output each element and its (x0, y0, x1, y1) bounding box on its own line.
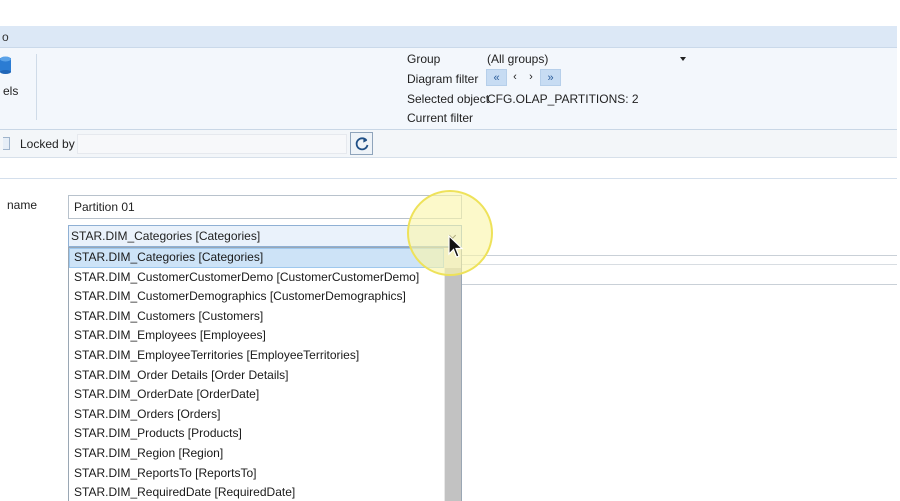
lock-bar: Locked by (0, 130, 897, 158)
locked-by-label: Locked by (20, 137, 75, 151)
ribbon-separator (36, 54, 37, 120)
name-input[interactable]: Partition 01 (68, 195, 462, 219)
refresh-button[interactable] (350, 132, 373, 155)
dropdown-item[interactable]: STAR.DIM_Products [Products] (69, 424, 444, 444)
refresh-icon (355, 137, 369, 151)
dropdown-item[interactable]: STAR.DIM_Region [Region] (69, 444, 444, 464)
dropdown-item[interactable]: STAR.DIM_Orders [Orders] (69, 405, 444, 425)
dropdown-item[interactable]: STAR.DIM_ReportsTo [ReportsTo] (69, 464, 444, 484)
group-select[interactable]: (All groups) (484, 51, 690, 69)
name-label: name (7, 198, 38, 212)
expression-field[interactable] (462, 255, 897, 285)
dropdown-item[interactable]: STAR.DIM_EmployeeTerritories [EmployeeTe… (69, 346, 444, 366)
app-window: o els Group (All groups) Diagram filter … (0, 0, 897, 501)
window-title: o (2, 30, 9, 44)
dimension-combobox-value: STAR.DIM_Categories [Categories] (71, 229, 261, 243)
first-button[interactable]: « (486, 69, 507, 86)
diagram-filter-label: Diagram filter (407, 72, 479, 86)
scrollbar-thumb[interactable] (445, 268, 461, 501)
dropdown-item[interactable]: STAR.DIM_Customers [Customers] (69, 307, 444, 327)
dropdown-item[interactable]: STAR.DIM_CustomerCustomerDemo [CustomerC… (69, 268, 444, 288)
ribbon: els Group (All groups) Diagram filter « … (0, 48, 897, 130)
group-select-value: (All groups) (487, 52, 549, 66)
database-icon[interactable] (0, 56, 12, 74)
mouse-pointer-icon (448, 235, 464, 258)
dropdown-item[interactable]: STAR.DIM_Categories [Categories] (69, 248, 444, 268)
previous-button[interactable]: ‹ (509, 69, 521, 86)
dropdown-item[interactable]: STAR.DIM_RequiredDate [RequiredDate] (69, 483, 444, 501)
models-button-label[interactable]: els (3, 84, 18, 98)
lock-toggle-button[interactable] (3, 137, 10, 150)
title-bar: o (0, 26, 897, 48)
locked-by-field (77, 134, 347, 154)
dropdown-scrollbar[interactable] (444, 248, 461, 501)
dropdown-item[interactable]: STAR.DIM_OrderDate [OrderDate] (69, 385, 444, 405)
selected-object-value: CFG.OLAP_PARTITIONS: 2 (487, 92, 639, 106)
last-button[interactable]: » (540, 69, 561, 86)
section-divider (0, 178, 897, 179)
dropdown-item[interactable]: STAR.DIM_CustomerDemographics [CustomerD… (69, 287, 444, 307)
selected-object-label: Selected object (407, 92, 490, 106)
cursor-highlight (407, 190, 493, 276)
dropdown-items: STAR.DIM_Categories [Categories] STAR.DIM… (69, 248, 444, 501)
dropdown-item[interactable]: STAR.DIM_Order Details [Order Details] (69, 366, 444, 386)
current-filter-label: Current filter (407, 111, 474, 125)
next-button[interactable]: › (525, 69, 537, 86)
dimension-combobox[interactable]: STAR.DIM_Categories [Categories] (68, 225, 462, 247)
dimension-dropdown-list[interactable]: STAR.DIM_Categories [Categories] STAR.DIM… (68, 247, 462, 501)
dropdown-arrow-icon (680, 57, 686, 61)
field-divider (462, 264, 897, 265)
dropdown-item[interactable]: STAR.DIM_Employees [Employees] (69, 326, 444, 346)
group-label: Group (407, 52, 441, 66)
